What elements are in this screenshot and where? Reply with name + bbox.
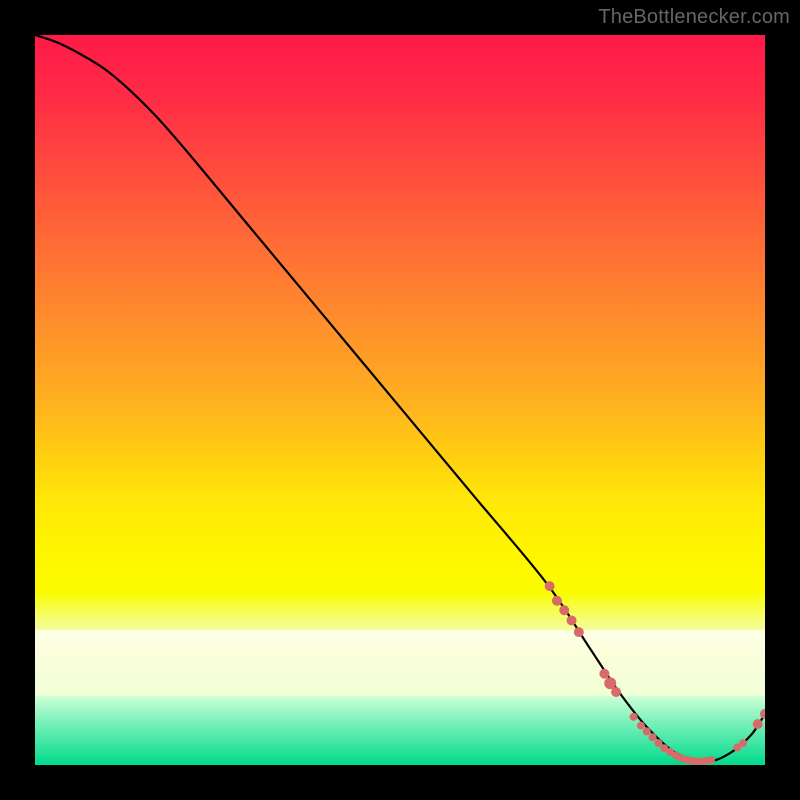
- data-point: [545, 581, 555, 591]
- data-point: [649, 733, 657, 741]
- data-point: [599, 669, 609, 679]
- data-point: [760, 709, 765, 719]
- data-point: [643, 727, 651, 735]
- data-points: [545, 581, 765, 765]
- data-point: [637, 722, 645, 730]
- curve-svg: [35, 35, 765, 765]
- data-point: [574, 627, 584, 637]
- chart-frame: TheBottlenecker.com: [0, 0, 800, 800]
- data-point: [552, 596, 562, 606]
- data-point: [611, 687, 621, 697]
- data-point: [707, 756, 715, 764]
- data-point: [567, 615, 577, 625]
- watermark-label: TheBottlenecker.com: [598, 6, 790, 29]
- plot-area: [35, 35, 765, 765]
- bottleneck-curve: [35, 35, 765, 761]
- data-point: [753, 719, 763, 729]
- data-point: [630, 713, 638, 721]
- data-point: [739, 739, 747, 747]
- data-point: [559, 605, 569, 615]
